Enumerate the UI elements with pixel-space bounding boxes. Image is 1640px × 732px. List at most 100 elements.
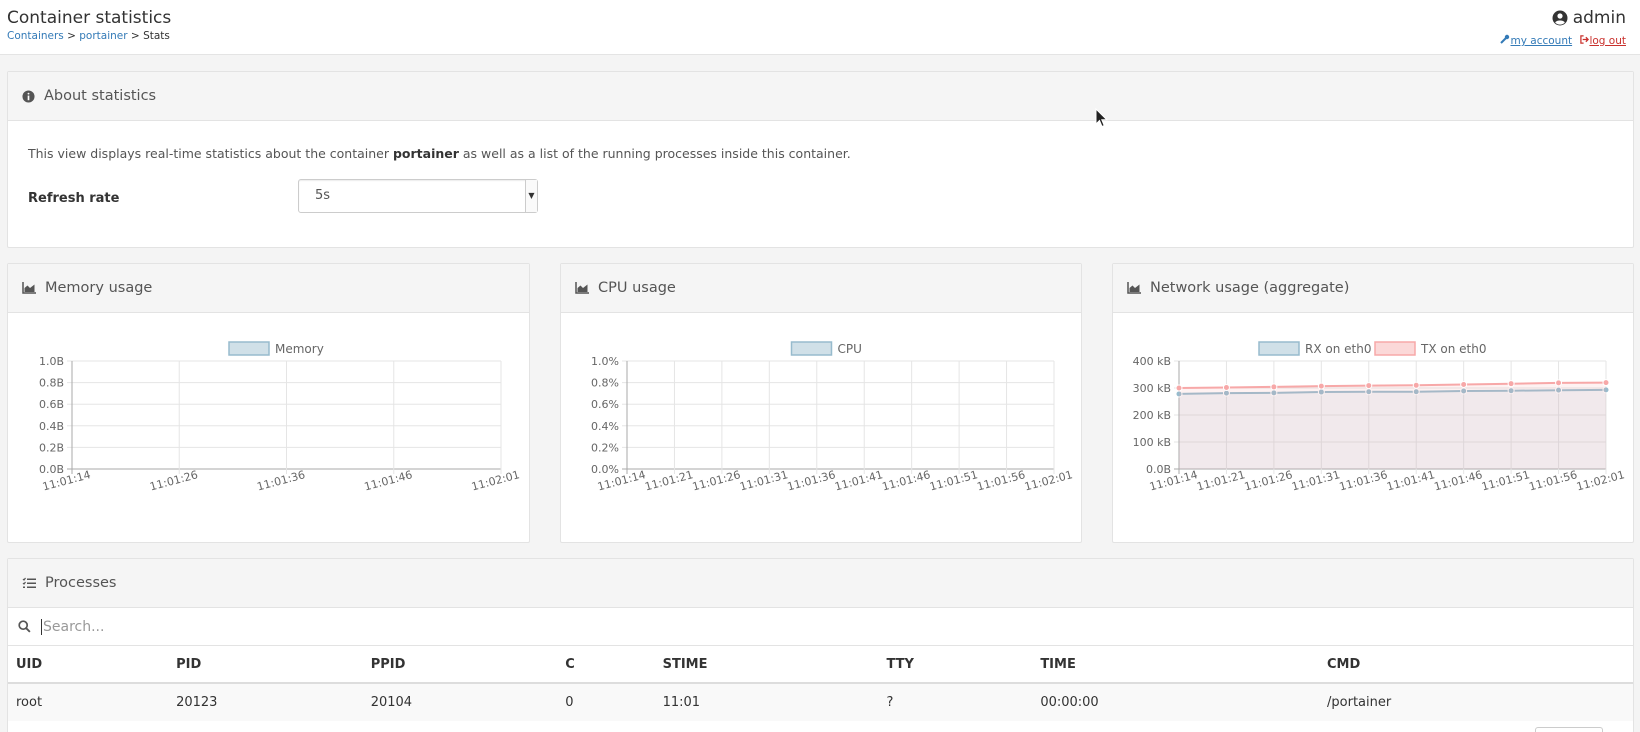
x-tick-label: 11:01:31 bbox=[1290, 468, 1341, 493]
x-tick-label: 11:01:26 bbox=[1243, 468, 1294, 493]
user-display: admin bbox=[1552, 8, 1626, 28]
series-point bbox=[1555, 379, 1563, 387]
series-point bbox=[1460, 380, 1468, 388]
refresh-rate-label: Refresh rate bbox=[28, 191, 120, 206]
user-block: admin my account log out bbox=[1500, 8, 1626, 47]
column-header-ppid[interactable]: PPID bbox=[362, 646, 558, 684]
series-point bbox=[1602, 379, 1610, 387]
column-header-stime[interactable]: STIME bbox=[654, 646, 879, 684]
processes-widget-title: Processes bbox=[45, 575, 117, 591]
x-tick-label: 11:01:21 bbox=[643, 468, 694, 493]
table-row[interactable]: root 20123 20104 0 11:01? 00:00:00/portainer bbox=[8, 682, 1633, 721]
x-tick-label: 11:01:36 bbox=[1338, 468, 1389, 493]
table-cell-ppid: 20104 bbox=[362, 682, 558, 721]
breadcrumb: Containers > portainer > Stats bbox=[7, 30, 170, 42]
y-tick-label: 1.0% bbox=[591, 355, 619, 368]
user-name: admin bbox=[1572, 8, 1626, 28]
mouse-cursor-icon bbox=[1095, 108, 1109, 128]
y-tick-label: 200 kB bbox=[1133, 409, 1171, 422]
caret-down-icon[interactable]: ▼ bbox=[525, 180, 537, 212]
legend-label: RX on eth0 bbox=[1305, 342, 1371, 356]
x-tick-label: 11:01:46 bbox=[363, 468, 414, 493]
log-out-link[interactable]: log out bbox=[1580, 35, 1626, 47]
process-search-bar bbox=[8, 608, 1633, 646]
about-description: This view displays real-time statistics … bbox=[28, 146, 851, 161]
about-text-suffix: as well as a list of the running process… bbox=[458, 146, 851, 161]
y-tick-label: 0.8B bbox=[39, 377, 64, 390]
table-body: root 20123 20104 0 11:01? 00:00:00/portainer bbox=[8, 682, 1633, 721]
refresh-rate-select[interactable]: 5s ▼ bbox=[298, 179, 538, 213]
area-chart-icon bbox=[22, 282, 36, 294]
legend-swatch bbox=[1258, 341, 1300, 356]
legend-label: Memory bbox=[275, 342, 324, 356]
info-circle-icon bbox=[22, 89, 35, 103]
legend-label: CPU bbox=[838, 342, 862, 356]
table-cell-c: 0 bbox=[557, 682, 655, 721]
column-header-uid[interactable]: UID bbox=[8, 646, 169, 684]
x-tick-label: 11:01:41 bbox=[833, 468, 884, 493]
process-search-input[interactable] bbox=[41, 618, 641, 635]
legend-label: TX on eth0 bbox=[1420, 342, 1486, 356]
area-chart-icon bbox=[1127, 282, 1141, 294]
column-header-tty[interactable]: TTY bbox=[878, 646, 1033, 684]
x-tick-label: 11:01:51 bbox=[928, 468, 979, 493]
tasks-icon bbox=[22, 577, 36, 588]
column-header-c[interactable]: C bbox=[557, 646, 655, 684]
container-name: portainer bbox=[392, 146, 459, 161]
cpu-widget-header: CPU usage bbox=[561, 264, 1081, 313]
y-tick-label: 0.4% bbox=[591, 420, 619, 433]
table-cell-cmd: /portainer bbox=[1319, 682, 1633, 721]
page-header: Container statistics Containers > portai… bbox=[0, 0, 1640, 55]
column-header-pid[interactable]: PID bbox=[168, 646, 363, 684]
x-tick-label: 11:02:01 bbox=[1023, 468, 1074, 493]
x-tick-label: 11:01:46 bbox=[881, 468, 932, 493]
x-tick-label: 11:01:56 bbox=[1528, 468, 1579, 493]
processes-table: UID PID PPID C STIME TTY TIME CMD root 20123 2010… bbox=[8, 646, 1633, 721]
column-header-cmd[interactable]: CMD bbox=[1319, 646, 1633, 684]
cpu-widget-title: CPU usage bbox=[598, 280, 676, 296]
y-tick-label: 0.0% bbox=[591, 463, 619, 476]
user-links: my account log out bbox=[1500, 34, 1626, 47]
breadcrumb-separator: > bbox=[127, 30, 144, 42]
y-tick-label: 400 kB bbox=[1133, 355, 1171, 368]
memory-widget-title: Memory usage bbox=[45, 280, 153, 296]
series-point bbox=[1175, 384, 1183, 392]
x-tick-label: 11:02:01 bbox=[1575, 468, 1626, 493]
series-point bbox=[1317, 382, 1325, 390]
y-tick-label: 0.6B bbox=[39, 398, 64, 411]
series-point bbox=[1507, 380, 1515, 388]
pagination-select[interactable] bbox=[1535, 727, 1603, 732]
cpu-chart: CPU1.0%0.8%0.6%0.4%0.2%0.0%11:01:1411:01… bbox=[591, 341, 1074, 494]
x-tick-label: 11:01:56 bbox=[976, 468, 1027, 493]
wrench-icon bbox=[1500, 34, 1510, 44]
my-account-link[interactable]: my account bbox=[1510, 35, 1572, 47]
y-tick-label: 0.0B bbox=[39, 463, 64, 476]
column-header-time[interactable]: TIME bbox=[1032, 646, 1320, 684]
table-cell-time: 00:00:00 bbox=[1032, 682, 1320, 721]
series-point bbox=[1412, 381, 1420, 389]
cpu-usage-widget: CPU usage CPU 1.0% 0.8% 0.6% 0.4% 0.2% 0.0% 11:… bbox=[560, 263, 1082, 543]
table-cell-pid: 20123 bbox=[168, 682, 363, 721]
y-tick-label: 1.0B bbox=[39, 355, 64, 368]
about-statistics-widget: About statistics This view displays real… bbox=[7, 71, 1634, 248]
about-widget-title: About statistics bbox=[44, 88, 157, 104]
memory-chart: Memory1.0B0.8B0.6B0.4B0.2B0.0B11:01:14 11… bbox=[39, 341, 521, 494]
x-tick-label: 11:01:26 bbox=[691, 468, 742, 493]
breadcrumb-portainer-link[interactable]: portainer bbox=[79, 30, 127, 42]
x-tick-label: 11:01:36 bbox=[786, 468, 837, 493]
legend-swatch bbox=[228, 341, 270, 356]
y-tick-label: 0.2% bbox=[591, 441, 619, 454]
area-chart-icon bbox=[575, 282, 589, 294]
table-header-row: UID PID PPID C STIME TTY TIME CMD bbox=[8, 646, 1633, 684]
processes-widget-header: Processes bbox=[8, 559, 1633, 608]
x-tick-label: 11:02:01 bbox=[470, 468, 521, 493]
network-chart: RX on eth0 TX on eth0 400 kB 300 kB 200 kB 10… bbox=[1133, 341, 1626, 494]
x-tick-label: 11:01:26 bbox=[148, 468, 199, 493]
network-usage-widget: Network usage (aggregate) RX on eth0 TX o… bbox=[1112, 263, 1634, 543]
network-widget-title: Network usage (aggregate) bbox=[1150, 280, 1350, 296]
x-tick-label: 11:01:21 bbox=[1195, 468, 1246, 493]
x-tick-label: 11:01:31 bbox=[738, 468, 789, 493]
y-tick-label: 0.2B bbox=[39, 441, 64, 454]
breadcrumb-containers-link[interactable]: Containers bbox=[7, 30, 64, 42]
breadcrumb-separator: > bbox=[63, 30, 80, 42]
